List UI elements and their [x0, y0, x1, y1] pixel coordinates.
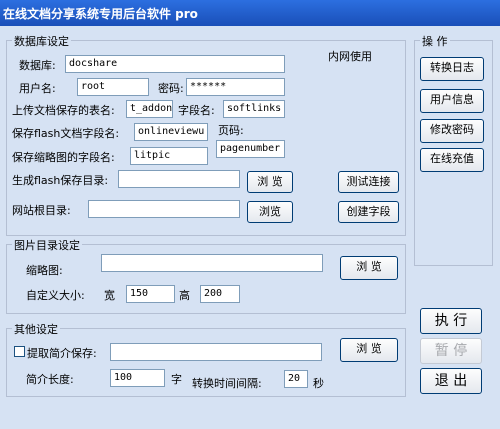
- run-button[interactable]: 执 行: [420, 308, 482, 334]
- online-recharge-button[interactable]: 在线充值: [420, 148, 484, 172]
- thumb-field-label: 保存缩略图的字段名:: [12, 151, 115, 164]
- flash-dir-browse-button[interactable]: 浏 览: [247, 171, 293, 193]
- flash-field-label: 保存flash文档字段名:: [12, 127, 120, 140]
- root-dir-label: 网站根目录:: [12, 204, 71, 217]
- client-area: 数据库设定 内网使用 数据库: docshare 用户名: root 密码: *…: [0, 26, 500, 429]
- thumbnail-label: 缩略图:: [26, 264, 63, 277]
- username-input[interactable]: root: [77, 78, 149, 96]
- page-number-input[interactable]: pagenumber: [216, 140, 285, 158]
- flash-dir-input[interactable]: [118, 170, 240, 188]
- field-name-label: 字段名:: [178, 104, 215, 117]
- thumbnail-browse-button[interactable]: 浏 览: [340, 256, 398, 280]
- actions-legend: 操 作: [420, 33, 450, 49]
- network-note: 内网使用: [328, 50, 372, 63]
- thumbnail-input[interactable]: [101, 254, 323, 272]
- flash-dir-label: 生成flash保存目录:: [12, 174, 109, 187]
- db-name-label: 数据库:: [19, 59, 56, 72]
- width-label: 宽: [104, 289, 115, 302]
- interval-input[interactable]: 20: [284, 370, 308, 388]
- other-settings-legend: 其他设定: [12, 321, 60, 337]
- database-settings-legend: 数据库设定: [12, 33, 71, 49]
- user-info-button[interactable]: 用户信息: [420, 89, 484, 113]
- field-name-input[interactable]: softlinks: [223, 100, 285, 118]
- sec-unit-label: 秒: [313, 377, 324, 390]
- interval-label: 转换时间间隔:: [192, 377, 262, 390]
- test-connection-button[interactable]: 测试连接: [338, 171, 399, 193]
- image-settings-legend: 图片目录设定: [12, 237, 82, 253]
- summary-length-input[interactable]: 100: [110, 369, 165, 387]
- create-field-button[interactable]: 创建字段: [338, 201, 399, 223]
- change-password-button[interactable]: 修改密码: [420, 119, 484, 143]
- extract-summary-checkbox[interactable]: [14, 346, 25, 357]
- root-dir-browse-button[interactable]: 浏览: [247, 201, 293, 223]
- page-number-label: 页码:: [218, 124, 244, 137]
- thumb-field-input[interactable]: litpic: [130, 147, 208, 165]
- password-input[interactable]: ******: [186, 78, 285, 96]
- title-bar[interactable]: 在线文档分享系统专用后台软件 pro: [0, 0, 500, 26]
- extract-summary-input[interactable]: [110, 343, 322, 361]
- root-dir-input[interactable]: [88, 200, 240, 218]
- height-label: 高: [179, 289, 190, 302]
- exit-button[interactable]: 退 出: [420, 368, 482, 394]
- pause-button[interactable]: 暂 停: [420, 338, 482, 364]
- custom-size-label: 自定义大小:: [26, 289, 85, 302]
- window-title: 在线文档分享系统专用后台软件 pro: [3, 7, 198, 21]
- db-name-input[interactable]: docshare: [65, 55, 285, 73]
- summary-length-label: 简介长度:: [26, 373, 74, 386]
- password-label: 密码:: [158, 82, 184, 95]
- height-input[interactable]: 200: [200, 285, 240, 303]
- conversion-log-button[interactable]: 转换日志: [420, 57, 484, 81]
- extract-browse-button[interactable]: 浏 览: [340, 338, 398, 362]
- flash-field-input[interactable]: onlineviewu: [134, 123, 208, 141]
- width-input[interactable]: 150: [126, 285, 175, 303]
- table-name-input[interactable]: t_addon: [126, 100, 173, 118]
- char-unit-label: 字: [171, 373, 182, 386]
- extract-summary-label: 提取简介保存:: [27, 347, 97, 360]
- username-label: 用户名:: [19, 82, 56, 95]
- table-name-label: 上传文档保存的表名:: [12, 104, 115, 117]
